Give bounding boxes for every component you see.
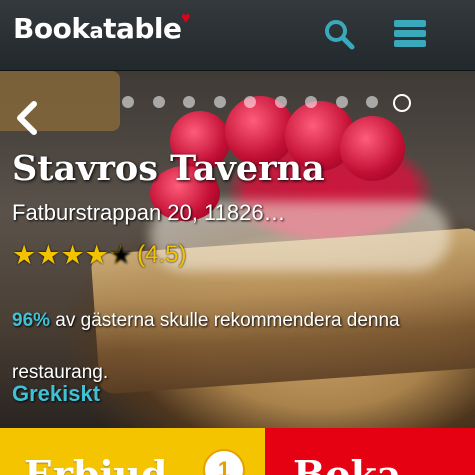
- rating-value: (4.5): [137, 241, 187, 268]
- carousel-dot[interactable]: [336, 96, 348, 108]
- logo-text-a: a: [89, 19, 104, 43]
- cuisine-label[interactable]: Grekiskt: [12, 381, 100, 407]
- bookatable-logo[interactable]: Bookatable: [13, 12, 182, 45]
- carousel-dot[interactable]: [366, 96, 378, 108]
- restaurant-name: Stavros Taverna: [12, 148, 325, 189]
- carousel-dot[interactable]: [244, 96, 256, 108]
- hero-photo-raspberry: [340, 116, 405, 181]
- search-icon: [325, 20, 355, 50]
- offers-button[interactable]: Erbjud 1: [0, 428, 265, 475]
- menu-button[interactable]: [392, 16, 428, 52]
- offers-label: Erbjud: [24, 452, 168, 475]
- heart-icon: ♥: [181, 10, 191, 27]
- carousel-dot[interactable]: [183, 96, 195, 108]
- restaurant-address: Fatburstrappan 20, 11826…: [12, 200, 286, 225]
- restaurant-hero[interactable]: Stavros Taverna Fatburstrappan 20, 11826…: [0, 71, 475, 428]
- half-star-icon: ★: [108, 239, 134, 270]
- carousel-dot-active[interactable]: [393, 94, 411, 112]
- search-button[interactable]: [321, 16, 357, 52]
- recommend-percentage: 96%: [12, 310, 51, 331]
- carousel-dot[interactable]: [305, 96, 317, 108]
- previous-photo-button[interactable]: [12, 98, 42, 138]
- book-button[interactable]: Boka: [265, 428, 475, 475]
- star-icon: ★: [84, 239, 109, 270]
- action-bar: Erbjud 1 Boka: [0, 428, 475, 475]
- carousel-dot[interactable]: [153, 96, 165, 108]
- rating-stars: ★ ★ ★ ★ ★ (4.5): [12, 241, 186, 269]
- star-icon: ★: [36, 239, 61, 270]
- chevron-left-icon: [17, 101, 37, 135]
- book-label: Boka: [293, 452, 402, 475]
- logo-text-table: table: [103, 12, 182, 45]
- offers-count-badge: 1: [203, 449, 245, 475]
- carousel-dot[interactable]: [214, 96, 226, 108]
- menu-icon: [394, 20, 426, 47]
- carousel-dot[interactable]: [122, 96, 134, 108]
- logo-text-book: Book: [13, 12, 90, 45]
- recommend-description: av gästerna skulle rekommendera denna re…: [12, 310, 400, 383]
- carousel-dot[interactable]: [275, 96, 287, 108]
- star-icon: ★: [12, 239, 37, 270]
- top-bar: Bookatable ♥: [0, 0, 475, 71]
- star-icon: ★: [60, 239, 85, 270]
